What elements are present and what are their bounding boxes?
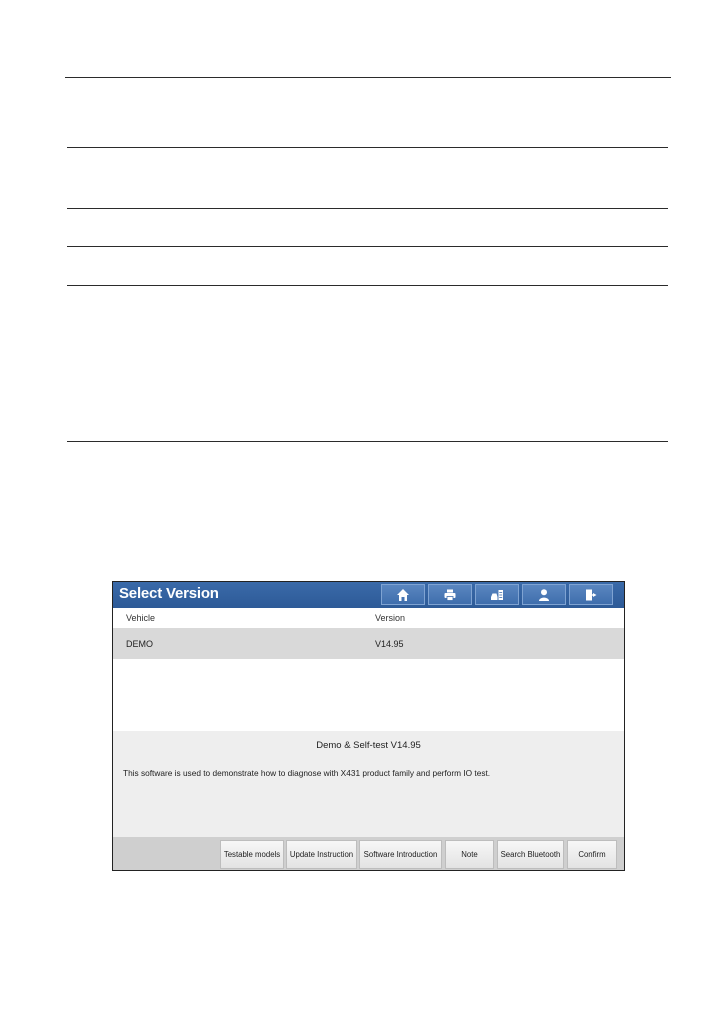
- description-title: Demo & Self-test V14.95: [316, 740, 421, 751]
- table-rule-4: [67, 285, 668, 286]
- description-panel: Demo & Self-test V14.95 This software is…: [113, 731, 624, 837]
- user-button[interactable]: [522, 584, 566, 605]
- version-cell: V14.95: [375, 639, 404, 649]
- column-header-vehicle: Vehicle: [126, 613, 156, 623]
- vehicle-report-button[interactable]: [475, 584, 519, 605]
- exit-icon: [586, 589, 597, 600]
- table-rule-2: [67, 208, 668, 209]
- app-screenshot: Select Version Vehicle Version DEMO V14.…: [112, 581, 625, 871]
- table-rule-5: [67, 441, 668, 442]
- update-instruction-button[interactable]: Update Instruction: [286, 840, 357, 869]
- confirm-button[interactable]: Confirm: [567, 840, 617, 869]
- print-icon: [444, 589, 456, 601]
- vehicle-report-icon: [491, 589, 503, 600]
- note-button[interactable]: Note: [445, 840, 494, 869]
- screen-title: Select Version: [119, 585, 219, 602]
- table-row[interactable]: DEMO V14.95: [113, 628, 624, 659]
- bottom-toolbar: Testable models Update Instruction Softw…: [113, 837, 624, 870]
- column-header-version: Version: [375, 613, 406, 623]
- user-icon: [539, 588, 549, 601]
- exit-button[interactable]: [569, 584, 613, 605]
- page-top-rule: [65, 77, 671, 78]
- testable-models-button[interactable]: Testable models: [220, 840, 284, 869]
- table-rule-3: [67, 246, 668, 247]
- table-header: Vehicle Version: [113, 608, 624, 628]
- software-introduction-button[interactable]: Software Introduction: [359, 840, 442, 869]
- home-icon: [397, 588, 409, 601]
- description-text: This software is used to demonstrate how…: [123, 768, 491, 778]
- vehicle-cell: DEMO: [126, 639, 153, 649]
- home-button[interactable]: [381, 584, 425, 605]
- title-bar: Select Version: [113, 582, 624, 608]
- table-rule-1: [67, 147, 668, 148]
- search-bluetooth-button[interactable]: Search Bluetooth: [497, 840, 564, 869]
- print-button[interactable]: [428, 584, 472, 605]
